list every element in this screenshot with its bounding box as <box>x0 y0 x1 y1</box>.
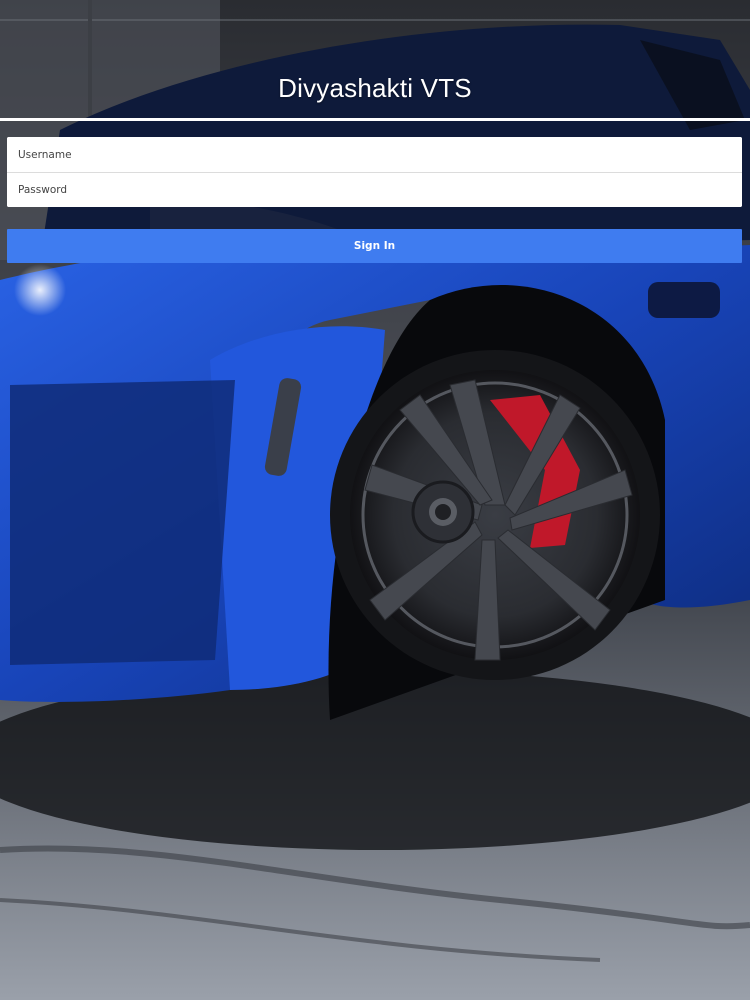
title-divider <box>0 118 750 121</box>
page-title: Divyashakti VTS <box>278 73 472 103</box>
login-form: Sign In <box>7 137 742 263</box>
username-input[interactable] <box>7 137 742 172</box>
login-overlay: Divyashakti VTS Sign In <box>0 0 750 1000</box>
login-page: Divyashakti VTS Sign In <box>0 0 750 1000</box>
sign-in-button[interactable]: Sign In <box>7 229 742 263</box>
credentials-group <box>7 137 742 207</box>
password-input[interactable] <box>7 172 742 207</box>
